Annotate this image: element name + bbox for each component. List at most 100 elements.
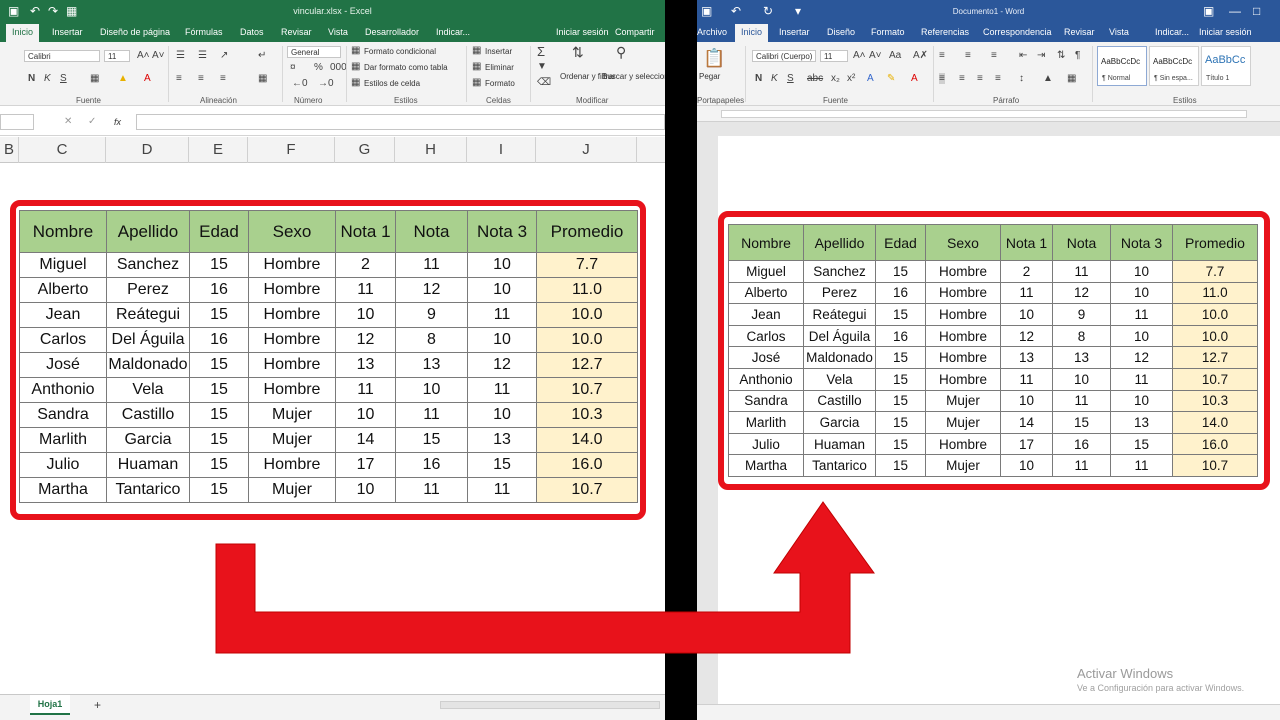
word-tab-referencias[interactable]: Referencias	[921, 27, 969, 37]
horizontal-scrollbar[interactable]	[440, 701, 660, 709]
table-cell[interactable]: 15	[189, 302, 249, 328]
column-header[interactable]: H	[395, 137, 467, 163]
table-cell[interactable]: Vela	[803, 367, 876, 391]
table-cell[interactable]: 10	[467, 252, 537, 278]
word-sign-in[interactable]: Iniciar sesión	[1199, 27, 1252, 37]
word-tab-inicio[interactable]: Inicio	[735, 24, 769, 42]
table-cell[interactable]: 11	[1000, 281, 1053, 305]
table-cell[interactable]: Hombre	[248, 302, 336, 328]
table-cell[interactable]: 15	[395, 427, 468, 453]
wrap-text-icon[interactable]: ↵	[258, 50, 266, 61]
table-cell[interactable]: 2	[335, 252, 396, 278]
percent-icon[interactable]: %	[314, 62, 323, 73]
average-cell[interactable]: 10.3	[536, 402, 638, 428]
table-cell[interactable]: Anthonio	[728, 367, 804, 391]
table-cell[interactable]: 11	[1000, 367, 1053, 391]
table-cell[interactable]: Huaman	[106, 452, 190, 478]
currency-icon[interactable]: ¤	[290, 62, 296, 73]
decrease-decimal-icon[interactable]: →0	[318, 78, 334, 89]
table-cell[interactable]: 13	[1000, 346, 1053, 369]
table-cell[interactable]: 15	[189, 477, 249, 503]
header-cell[interactable]: Nota 3	[1110, 224, 1173, 261]
table-cell[interactable]: 14	[1000, 411, 1053, 434]
word-tab-vista[interactable]: Vista	[1109, 27, 1129, 37]
table-cell[interactable]: Castillo	[106, 402, 190, 428]
table-cell[interactable]: 15	[875, 389, 926, 413]
table-cell[interactable]: 15	[875, 432, 926, 456]
average-cell[interactable]: 10.0	[1172, 324, 1258, 348]
table-cell[interactable]: Del Águila	[106, 327, 190, 353]
horizontal-ruler[interactable]	[697, 106, 1280, 122]
cancel-icon[interactable]: ✕	[64, 116, 72, 127]
header-cell[interactable]: Nombre	[19, 210, 107, 253]
excel-tab-datos[interactable]: Datos	[240, 27, 264, 37]
delete-cells-icon[interactable]: ▦	[472, 61, 481, 72]
table-cell[interactable]: Reátegui	[106, 302, 190, 328]
enter-icon[interactable]: ✓	[88, 116, 96, 127]
table-cell[interactable]: 16	[189, 277, 249, 303]
table-cell[interactable]: 13	[1052, 346, 1111, 369]
table-cell[interactable]: 15	[189, 427, 249, 453]
table-cell[interactable]: 11	[1110, 367, 1173, 391]
table-cell[interactable]: Hombre	[925, 367, 1001, 391]
word-tell-me[interactable]: Indicar...	[1155, 27, 1189, 37]
header-cell[interactable]: Sexo	[925, 224, 1001, 261]
increase-indent-icon[interactable]: ⇥	[1037, 50, 1045, 61]
table-cell[interactable]: Julio	[728, 432, 804, 456]
table-cell[interactable]: 11	[467, 302, 537, 328]
table-cell[interactable]: 10	[467, 402, 537, 428]
line-spacing-icon[interactable]: ↕	[1019, 73, 1024, 84]
bold-icon[interactable]: N	[755, 73, 762, 84]
table-cell[interactable]: Julio	[19, 452, 107, 478]
average-cell[interactable]: 12.7	[536, 352, 638, 378]
table-cell[interactable]: José	[19, 352, 107, 378]
maximize-icon[interactable]: □	[1253, 4, 1260, 18]
header-cell[interactable]: Apellido	[803, 224, 876, 261]
table-cell[interactable]: 13	[467, 427, 537, 453]
table-cell[interactable]: 13	[1110, 411, 1173, 434]
table-cell[interactable]: Mujer	[248, 477, 336, 503]
excel-font-name[interactable]: Calibri	[24, 50, 100, 62]
column-header[interactable]: J	[536, 137, 637, 163]
table-cell[interactable]: Maldonado	[106, 352, 190, 378]
delete-cells-button[interactable]: Eliminar	[485, 63, 514, 72]
multilevel-icon[interactable]: ≡	[991, 50, 997, 61]
table-cell[interactable]: 16	[875, 281, 926, 305]
average-cell[interactable]: 14.0	[1172, 411, 1258, 434]
table-cell[interactable]: Alberto	[728, 281, 804, 305]
numbering-icon[interactable]: ≡	[965, 50, 971, 61]
average-cell[interactable]: 10.0	[536, 327, 638, 353]
table-cell[interactable]: Sandra	[728, 389, 804, 413]
table-cell[interactable]: Sanchez	[803, 260, 876, 283]
paste-icon[interactable]: 📋	[703, 48, 725, 69]
table-cell[interactable]: 15	[875, 260, 926, 283]
minimize-icon[interactable]: —	[1229, 4, 1241, 18]
sort-filter-icon[interactable]: ⇅	[572, 44, 584, 61]
average-cell[interactable]: 10.0	[1172, 303, 1258, 326]
table-cell[interactable]: 15	[189, 452, 249, 478]
table-cell[interactable]: Reátegui	[803, 303, 876, 326]
table-format-icon[interactable]: ▦	[351, 61, 360, 72]
average-cell[interactable]: 10.3	[1172, 389, 1258, 413]
comma-icon[interactable]: 000	[330, 62, 347, 73]
find-select-button[interactable]: Buscar y seleccionar	[602, 72, 665, 81]
table-cell[interactable]: 11	[335, 377, 396, 403]
table-cell[interactable]: 10	[467, 277, 537, 303]
table-cell[interactable]: Anthonio	[19, 377, 107, 403]
average-cell[interactable]: 12.7	[1172, 346, 1258, 369]
table-cell[interactable]: 14	[335, 427, 396, 453]
table-cell[interactable]: Mujer	[248, 427, 336, 453]
table-cell[interactable]: Perez	[803, 281, 876, 305]
table-cell[interactable]: 15	[1052, 411, 1111, 434]
cell-styles-button[interactable]: Estilos de celda	[364, 79, 420, 88]
header-cell[interactable]: Sexo	[248, 210, 336, 253]
excel-share[interactable]: Compartir	[615, 27, 655, 37]
table-cell[interactable]: 15	[189, 252, 249, 278]
table-cell[interactable]: 11	[1110, 454, 1173, 477]
average-cell[interactable]: 7.7	[1172, 260, 1258, 283]
table-cell[interactable]: 9	[1052, 303, 1111, 326]
excel-font-size[interactable]: 11	[104, 50, 130, 62]
table-cell[interactable]: 11	[395, 477, 468, 503]
increase-decimal-icon[interactable]: ←0	[292, 78, 308, 89]
text-effects-icon[interactable]: A	[867, 73, 874, 84]
